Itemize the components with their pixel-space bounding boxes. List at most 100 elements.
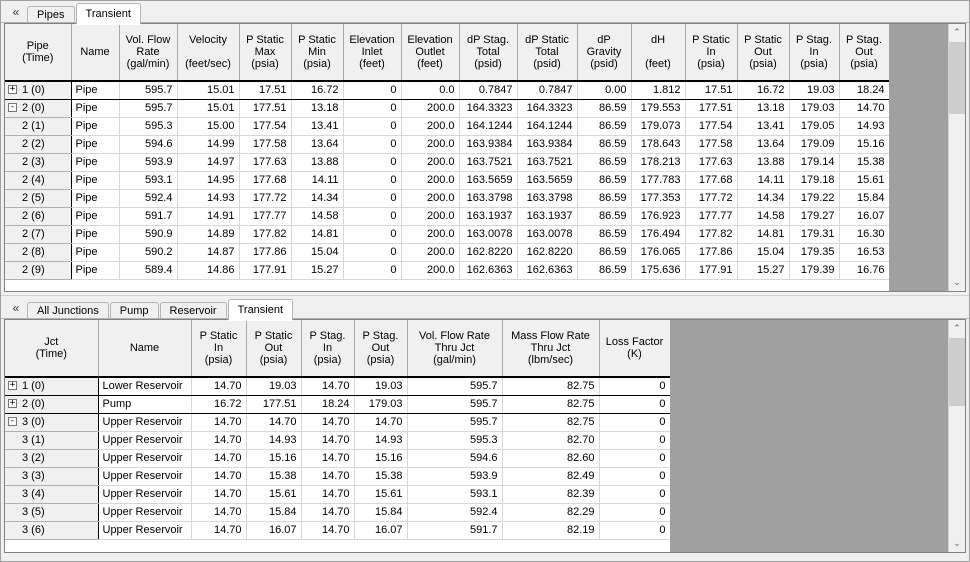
- pipes-cell[interactable]: 0: [343, 153, 402, 172]
- pipes-column-header[interactable]: Elevation Outlet (feet): [401, 24, 460, 82]
- pipes-cell[interactable]: 177.72: [239, 189, 292, 208]
- pipes-cell[interactable]: Pipe: [71, 99, 120, 118]
- pipes-cell[interactable]: 16.53: [839, 243, 890, 262]
- junctions-cell[interactable]: 14.70: [191, 467, 247, 486]
- pipes-cell[interactable]: 200.0: [401, 243, 460, 262]
- pipes-cell[interactable]: 200.0: [401, 207, 460, 226]
- pipes-cell[interactable]: 590.2: [119, 243, 178, 262]
- pipes-cell[interactable]: 592.4: [119, 189, 178, 208]
- pipes-cell[interactable]: 13.41: [291, 117, 344, 136]
- pipes-row-header[interactable]: 2 (7): [5, 225, 72, 244]
- junctions-cell[interactable]: 0: [599, 521, 671, 540]
- pipes-cell[interactable]: 591.7: [119, 207, 178, 226]
- junctions-column-header[interactable]: Loss Factor (K): [599, 320, 671, 378]
- pipes-cell[interactable]: Pipe: [71, 207, 120, 226]
- pipes-cell[interactable]: 15.01: [177, 81, 240, 100]
- pipes-cell[interactable]: Pipe: [71, 117, 120, 136]
- junctions-cell[interactable]: 82.19: [502, 521, 600, 540]
- pipes-cell[interactable]: 15.27: [737, 261, 790, 280]
- pipes-column-header[interactable]: Vol. Flow Rate (gal/min): [119, 24, 178, 82]
- pipes-cell[interactable]: 177.58: [685, 135, 738, 154]
- pipes-column-header[interactable]: dP Static Total (psid): [517, 24, 578, 82]
- junctions-cell[interactable]: 593.1: [407, 485, 503, 504]
- pipes-cell[interactable]: 177.783: [631, 171, 686, 190]
- pipes-cell[interactable]: 200.0: [401, 225, 460, 244]
- pipes-cell[interactable]: 179.03: [789, 99, 840, 118]
- scroll-down-icon[interactable]: ⌄: [949, 535, 965, 552]
- junctions-table-row[interactable]: +2 (0) Pump 16.72 177.51 18.24 179.03 595.7 82.…: [5, 395, 671, 414]
- pipes-cell[interactable]: 176.065: [631, 243, 686, 262]
- pipes-cell[interactable]: 0: [343, 225, 402, 244]
- pipes-row-header[interactable]: +1 (0): [5, 81, 72, 100]
- pipes-cell[interactable]: 15.27: [291, 261, 344, 280]
- pipes-cell[interactable]: 0: [343, 81, 402, 100]
- pipes-cell[interactable]: 14.34: [737, 189, 790, 208]
- pipes-cell[interactable]: 13.18: [737, 99, 790, 118]
- pipes-cell[interactable]: 0: [343, 189, 402, 208]
- pipes-cell[interactable]: 200.0: [401, 261, 460, 280]
- pipes-cell[interactable]: 178.213: [631, 153, 686, 172]
- junctions-row-header[interactable]: 3 (2): [5, 449, 99, 468]
- junctions-cell[interactable]: 14.70: [191, 503, 247, 522]
- junctions-row-header[interactable]: -3 (0): [5, 413, 99, 432]
- pipes-cell[interactable]: 179.09: [789, 135, 840, 154]
- pipes-cell[interactable]: 177.86: [685, 243, 738, 262]
- junctions-cell[interactable]: Upper Reservoir: [98, 503, 192, 522]
- pipes-cell[interactable]: 0: [343, 117, 402, 136]
- pipes-cell[interactable]: 177.86: [239, 243, 292, 262]
- pipes-cell[interactable]: 590.9: [119, 225, 178, 244]
- pipes-cell[interactable]: 17.51: [685, 81, 738, 100]
- junctions-cell[interactable]: 15.38: [354, 467, 408, 486]
- pipes-cell[interactable]: 177.54: [685, 117, 738, 136]
- junctions-row-header[interactable]: 3 (3): [5, 467, 99, 486]
- pipes-cell[interactable]: 13.64: [291, 135, 344, 154]
- pipes-table-row[interactable]: -2 (0) Pipe 595.7 15.01 177.51 13.18 0 200.0 164…: [5, 99, 890, 118]
- pipes-cell[interactable]: 177.82: [685, 225, 738, 244]
- pipes-table-row[interactable]: 2 (1) Pipe 595.3 15.00 177.54 13.41 0 200.0 164.…: [5, 117, 890, 136]
- junctions-cell[interactable]: 594.6: [407, 449, 503, 468]
- pipes-cell[interactable]: 0: [343, 99, 402, 118]
- pipes-cell[interactable]: 16.30: [839, 225, 890, 244]
- junctions-cell[interactable]: 18.24: [301, 395, 355, 414]
- pipes-cell[interactable]: 86.59: [577, 189, 632, 208]
- scrollbar-thumb[interactable]: [949, 42, 965, 114]
- junctions-column-header[interactable]: Name: [98, 320, 192, 378]
- pipes-cell[interactable]: 163.7521: [517, 153, 578, 172]
- junctions-cell[interactable]: 177.51: [246, 395, 302, 414]
- pipes-cell[interactable]: 164.1244: [459, 117, 518, 136]
- pipes-cell[interactable]: 0: [343, 243, 402, 262]
- pipes-cell[interactable]: 163.9384: [517, 135, 578, 154]
- pipes-cell[interactable]: 14.81: [291, 225, 344, 244]
- junctions-cell[interactable]: 14.70: [301, 485, 355, 504]
- pipes-cell[interactable]: 200.0: [401, 99, 460, 118]
- junctions-cell[interactable]: 82.29: [502, 503, 600, 522]
- junctions-cell[interactable]: 15.16: [246, 449, 302, 468]
- pipes-cell[interactable]: 179.27: [789, 207, 840, 226]
- pipes-column-header[interactable]: P Stag. In (psia): [789, 24, 840, 82]
- pipes-cell[interactable]: 15.84: [839, 189, 890, 208]
- junctions-cell[interactable]: 595.7: [407, 413, 503, 432]
- pipes-cell[interactable]: 86.59: [577, 171, 632, 190]
- junctions-table-row[interactable]: 3 (6) Upper Reservoir 14.70 16.07 14.70 16.07…: [5, 521, 671, 540]
- junctions-cell[interactable]: Pump: [98, 395, 192, 414]
- junctions-cell[interactable]: 0: [599, 467, 671, 486]
- pipes-cell[interactable]: 86.59: [577, 207, 632, 226]
- pipes-column-header[interactable]: dH (feet): [631, 24, 686, 82]
- pipes-cell[interactable]: 177.82: [239, 225, 292, 244]
- junctions-column-header[interactable]: Jct (Time): [5, 320, 99, 378]
- junctions-cell[interactable]: Upper Reservoir: [98, 485, 192, 504]
- junctions-row-header[interactable]: 3 (6): [5, 521, 99, 540]
- pipes-cell[interactable]: 178.643: [631, 135, 686, 154]
- pipes-cell[interactable]: 14.11: [291, 171, 344, 190]
- junctions-row-header[interactable]: +1 (0): [5, 377, 99, 396]
- junctions-cell[interactable]: 16.72: [191, 395, 247, 414]
- pipes-cell[interactable]: 86.59: [577, 117, 632, 136]
- junctions-cell[interactable]: 14.70: [301, 521, 355, 540]
- collapse-expander-icon[interactable]: -: [8, 102, 17, 112]
- pipes-cell[interactable]: 17.51: [239, 81, 292, 100]
- junctions-cell[interactable]: 82.39: [502, 485, 600, 504]
- junctions-tab-pump[interactable]: Pump: [109, 302, 159, 320]
- junctions-cell[interactable]: 591.7: [407, 521, 503, 540]
- junctions-cell[interactable]: 14.70: [301, 449, 355, 468]
- pipes-row-header[interactable]: 2 (6): [5, 207, 72, 226]
